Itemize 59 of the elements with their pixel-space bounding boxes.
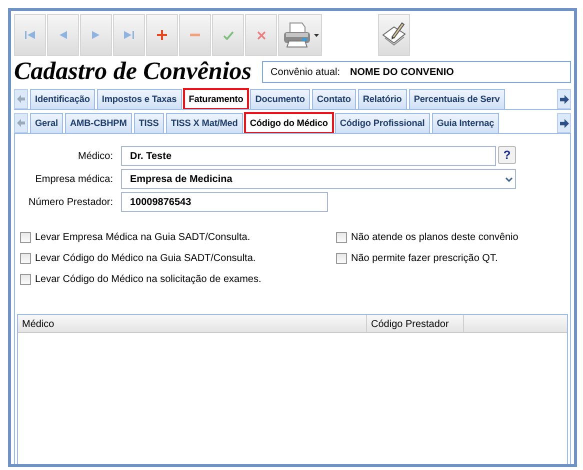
tab[interactable]: Impostos e Taxas bbox=[96, 89, 182, 109]
left-arrow-icon bbox=[17, 95, 25, 103]
tab[interactable]: Faturamento bbox=[184, 89, 248, 109]
checkbox-option[interactable]: Levar Código do Médico na Guia SADT/Consulta. bbox=[20, 251, 336, 266]
tab[interactable]: TISS X Mat/Med bbox=[166, 113, 243, 133]
provider-number-field[interactable]: 10009876543 bbox=[121, 192, 328, 212]
current-agreement-value: NOME DO CONVENIO bbox=[350, 66, 454, 80]
field-label: Médico: bbox=[76, 150, 113, 164]
tab[interactable]: Geral bbox=[30, 113, 63, 133]
doctor-field[interactable]: Dr. Teste bbox=[121, 146, 496, 166]
checkbox-option[interactable]: Não permite fazer prescrição QT. bbox=[336, 251, 518, 266]
next-icon bbox=[91, 30, 101, 40]
last-button[interactable] bbox=[113, 14, 145, 56]
company-dropdown[interactable]: Empresa de Medicina bbox=[121, 169, 516, 189]
plus-icon bbox=[157, 30, 167, 40]
field-label: Número Prestador: bbox=[28, 196, 113, 210]
tab[interactable]: AMB-CBHPM bbox=[65, 113, 132, 133]
cross-icon bbox=[256, 30, 266, 40]
scroll-right-button[interactable] bbox=[557, 89, 571, 109]
tab[interactable]: Documento bbox=[250, 89, 310, 109]
previous-icon bbox=[58, 30, 68, 40]
print-button[interactable] bbox=[278, 14, 322, 56]
add-button[interactable] bbox=[146, 14, 178, 56]
help-button[interactable]: ? bbox=[498, 146, 516, 164]
tab[interactable]: Percentuais de Serv bbox=[408, 89, 505, 109]
right-arrow-icon bbox=[560, 94, 568, 104]
left-arrow-icon bbox=[17, 119, 25, 127]
check-icon bbox=[222, 30, 234, 40]
tab[interactable]: Identificação bbox=[30, 89, 95, 109]
tab[interactable]: Contato bbox=[312, 89, 356, 109]
field-label: Empresa médica: bbox=[34, 172, 113, 186]
tab[interactable]: TISS bbox=[134, 113, 164, 133]
checkbox-option[interactable]: Não atende os planos deste convênio bbox=[336, 230, 518, 245]
column-header[interactable]: Médico bbox=[18, 315, 367, 332]
column-header[interactable]: Código Prestador bbox=[367, 315, 464, 332]
tab[interactable]: Código Profissional bbox=[334, 113, 430, 133]
scroll-right-button[interactable] bbox=[557, 113, 571, 133]
scroll-left-button[interactable] bbox=[14, 89, 28, 109]
caret-icon bbox=[314, 34, 318, 36]
printer-icon bbox=[282, 21, 312, 49]
minus-icon bbox=[190, 33, 200, 37]
scroll-left-button[interactable] bbox=[14, 113, 28, 133]
first-icon bbox=[24, 30, 36, 40]
current-agreement-label: Convênio atual: bbox=[270, 66, 340, 80]
next-button[interactable] bbox=[80, 14, 112, 56]
page-title: Cadastro de Convênios bbox=[14, 58, 252, 86]
right-arrow-icon bbox=[560, 118, 568, 128]
tab[interactable]: Código do Médico bbox=[244, 113, 333, 133]
prev-button[interactable] bbox=[47, 14, 79, 56]
tab[interactable]: Relatório bbox=[358, 89, 407, 109]
chevron-down-icon bbox=[504, 176, 512, 182]
tab[interactable]: Guia Internaç bbox=[432, 113, 500, 133]
cancel-button[interactable] bbox=[245, 14, 277, 56]
last-icon bbox=[123, 30, 135, 40]
first-button[interactable] bbox=[14, 14, 46, 56]
edit-button[interactable] bbox=[378, 14, 410, 56]
checkbox-option[interactable]: Levar Empresa Médica na Guia SADT/Consulta. bbox=[20, 230, 336, 245]
checkbox-option[interactable]: Levar Código do Médico na solicitação de exames. bbox=[20, 272, 336, 287]
confirm-button[interactable] bbox=[212, 14, 244, 56]
